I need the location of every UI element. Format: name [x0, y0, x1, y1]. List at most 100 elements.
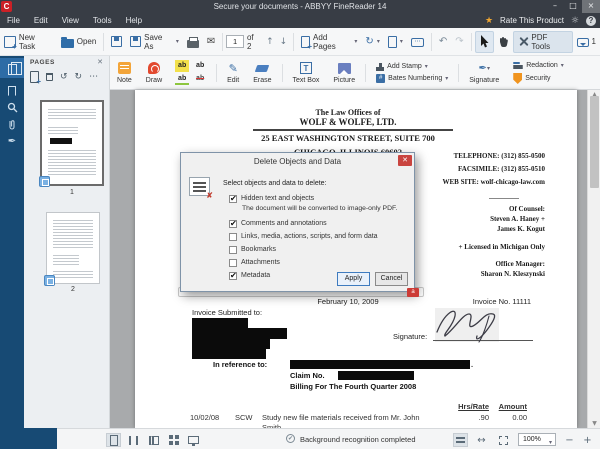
- rotate-left-button[interactable]: ↺: [60, 72, 68, 82]
- page-thumbnail-2[interactable]: [46, 212, 100, 284]
- dialog-close-button[interactable]: ✕: [398, 155, 412, 166]
- digital-signatures-panel-tab[interactable]: ✒: [0, 136, 24, 147]
- security-button[interactable]: Security: [513, 73, 564, 84]
- email-button[interactable]: ✉: [203, 31, 219, 53]
- delete-data-icon: ✘: [189, 177, 210, 196]
- thumbnail-view-button[interactable]: [166, 433, 181, 447]
- underline-tool[interactable]: ab: [193, 60, 207, 72]
- redaction-menu[interactable]: Redaction ▾: [513, 61, 564, 70]
- rotate-right-button[interactable]: ↻: [75, 72, 83, 82]
- new-task-button[interactable]: New Task: [0, 31, 57, 53]
- dialog-option[interactable]: Links, media, actions, scripts, and form…: [229, 230, 411, 243]
- pages-panel-close-icon[interactable]: ✕: [97, 58, 103, 66]
- save-button[interactable]: [107, 31, 126, 53]
- page-thumbnail-1[interactable]: [40, 100, 104, 186]
- note-tool[interactable]: Note: [110, 62, 139, 84]
- fit-page-icon: [499, 436, 508, 445]
- draw-tool[interactable]: Draw: [139, 62, 169, 84]
- dialog-option[interactable]: Attachments: [229, 256, 411, 269]
- strikethrough-tool[interactable]: ab: [193, 73, 207, 85]
- thumbnail-1-label: 1: [40, 189, 104, 196]
- zoom-select[interactable]: 100% ▾: [518, 433, 556, 446]
- annotation-marker-icon[interactable]: a: [407, 288, 419, 297]
- search-panel-tab[interactable]: [0, 100, 24, 118]
- checkbox[interactable]: [229, 259, 237, 267]
- text-box-label: Text Box: [293, 77, 320, 84]
- checkbox[interactable]: [229, 246, 237, 254]
- fit-width-button[interactable]: [453, 433, 468, 447]
- menubar: File Edit View Tools Help ★ Rate This Pr…: [0, 13, 600, 28]
- menu-help[interactable]: Help: [119, 16, 149, 25]
- scrolling-view-button[interactable]: [126, 433, 141, 447]
- help-icon[interactable]: ?: [586, 16, 596, 26]
- menu-edit[interactable]: Edit: [27, 16, 55, 25]
- fit-page-button[interactable]: [496, 433, 511, 447]
- page-number-input[interactable]: 1: [226, 35, 244, 48]
- more-options-button[interactable]: ⋯: [89, 72, 98, 82]
- print-button[interactable]: [183, 31, 203, 53]
- pages-panel-tab[interactable]: [0, 58, 24, 78]
- save-as-button[interactable]: Save As ▾: [126, 31, 183, 53]
- edit-tool[interactable]: ✎ Edit: [220, 62, 246, 84]
- redo-button[interactable]: ↷: [451, 31, 467, 53]
- scroll-down-icon[interactable]: ▼: [588, 420, 600, 427]
- checkbox[interactable]: [229, 272, 237, 280]
- checkbox[interactable]: [229, 233, 237, 241]
- cancel-button[interactable]: Cancel: [375, 272, 408, 286]
- gear-icon[interactable]: ☼: [571, 16, 579, 26]
- add-page-button[interactable]: [30, 71, 39, 83]
- checkbox[interactable]: [229, 195, 237, 203]
- add-pages-button[interactable]: Add Pages ▾: [297, 31, 361, 53]
- rotate-button[interactable]: ↻ ▾: [361, 31, 383, 53]
- find-button[interactable]: ▾: [384, 31, 407, 53]
- redaction-bar: [290, 360, 470, 369]
- two-page-view-button[interactable]: [146, 433, 161, 447]
- open-button[interactable]: Open: [57, 31, 101, 53]
- scrollbar-thumb[interactable]: [590, 96, 599, 188]
- status-bar: ✔ Background recognition completed ↔ 100…: [0, 428, 600, 449]
- delete-page-button[interactable]: [46, 73, 53, 81]
- apply-button[interactable]: Apply: [337, 272, 370, 286]
- chevron-down-icon: ▾: [561, 62, 564, 69]
- menu-view[interactable]: View: [55, 16, 86, 25]
- bookmarks-panel-tab[interactable]: [0, 83, 24, 101]
- fit-page-width-button[interactable]: ↔: [474, 433, 489, 447]
- previous-page-button[interactable]: ↑: [263, 37, 277, 47]
- dialog-option[interactable]: Comments and annotations: [229, 217, 411, 230]
- minimize-button[interactable]: –: [546, 0, 564, 13]
- full-screen-view-button[interactable]: [186, 433, 201, 447]
- vertical-scrollbar[interactable]: ▲ ▼: [587, 90, 600, 428]
- erase-tool[interactable]: Erase: [246, 62, 278, 84]
- hand-tool-button[interactable]: [494, 31, 513, 53]
- zoom-out-button[interactable]: −: [562, 433, 577, 447]
- zoom-in-button[interactable]: +: [580, 433, 595, 447]
- pdf-tools-button[interactable]: PDF Tools: [513, 31, 573, 53]
- highlight-tool[interactable]: ab: [175, 60, 189, 72]
- translate-button[interactable]: ⋯: [407, 31, 428, 53]
- text-box-tool[interactable]: T Text Box: [286, 62, 327, 84]
- claim-label: Claim No.: [290, 371, 325, 380]
- bates-numbering-menu[interactable]: # Bates Numbering ▾: [376, 74, 448, 83]
- squiggly-underline-tool[interactable]: ab: [175, 73, 189, 85]
- draw-icon: [148, 62, 160, 74]
- comments-button[interactable]: 1: [573, 31, 600, 53]
- signature-menu[interactable]: ✒▾ Signature: [462, 62, 506, 84]
- firm-address: 25 EAST WASHINGTON STREET, SUITE 700: [135, 133, 561, 143]
- checkbox[interactable]: [229, 220, 237, 228]
- dialog-option[interactable]: Bookmarks: [229, 243, 411, 256]
- maximize-button[interactable]: □: [564, 0, 582, 13]
- close-button[interactable]: ×: [582, 0, 600, 13]
- security-shield-icon: [513, 73, 522, 84]
- next-page-button[interactable]: ↓: [277, 37, 291, 47]
- picture-tool[interactable]: Picture: [326, 62, 362, 84]
- undo-button[interactable]: ↶: [435, 31, 451, 53]
- rate-product-button[interactable]: Rate This Product: [500, 16, 564, 25]
- one-page-view-button[interactable]: [106, 433, 121, 447]
- attachments-panel-tab[interactable]: [0, 118, 24, 136]
- add-stamp-menu[interactable]: Add Stamp ▾: [376, 63, 448, 71]
- dialog-option[interactable]: Hidden text and objects: [229, 192, 411, 205]
- menu-file[interactable]: File: [0, 16, 27, 25]
- signature-label: Signature:: [393, 332, 427, 341]
- pointer-tool-button[interactable]: [475, 31, 494, 53]
- menu-tools[interactable]: Tools: [86, 16, 119, 25]
